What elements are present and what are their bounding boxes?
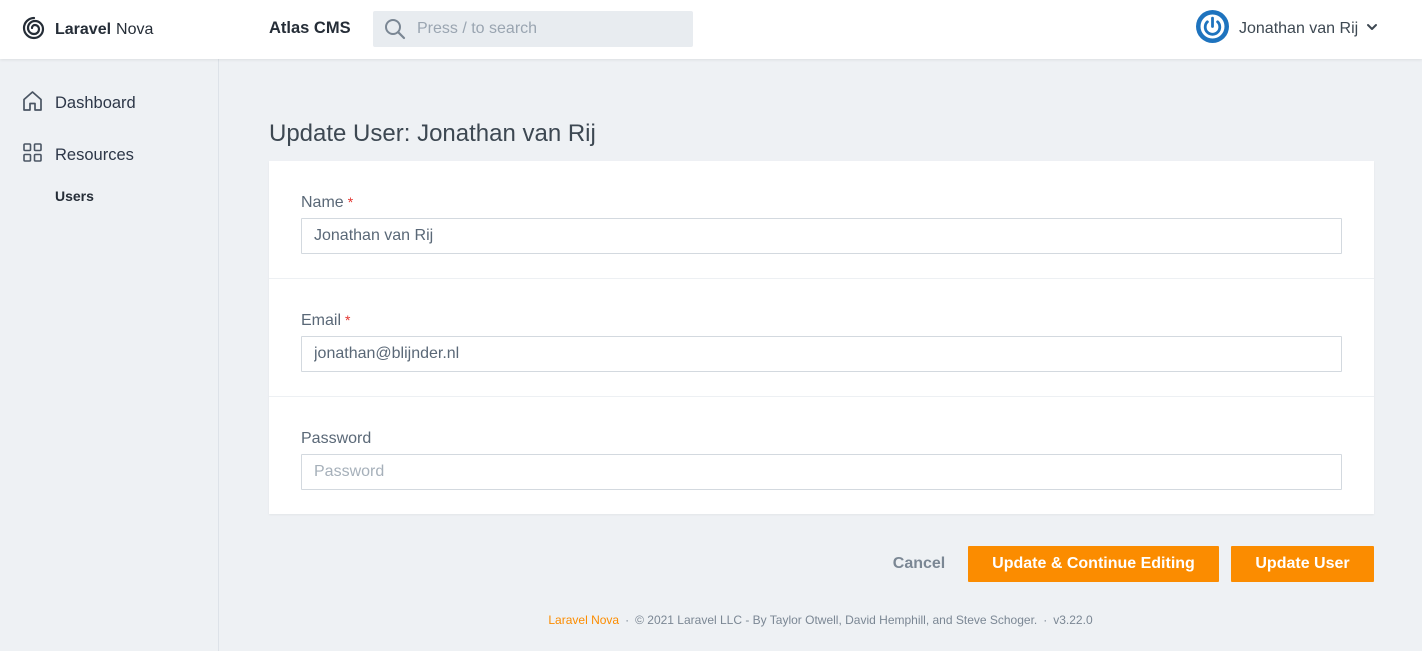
sidebar-item-dashboard[interactable]: Dashboard bbox=[22, 90, 136, 117]
nova-swirl-icon bbox=[22, 16, 46, 45]
search-icon bbox=[384, 18, 406, 45]
footer-link[interactable]: Laravel Nova bbox=[548, 613, 619, 627]
sidebar-item-label: Resources bbox=[55, 145, 134, 164]
user-menu[interactable]: Jonathan van Rij bbox=[1196, 10, 1378, 48]
name-field[interactable] bbox=[301, 218, 1342, 254]
user-name: Jonathan van Rij bbox=[1239, 20, 1359, 37]
email-label: Email * bbox=[301, 312, 351, 329]
search-input[interactable] bbox=[417, 11, 687, 47]
home-icon bbox=[22, 90, 43, 117]
avatar bbox=[1196, 10, 1229, 48]
footer: Laravel Nova · © 2021 Laravel LLC - By Tay… bbox=[219, 613, 1422, 627]
footer-copyright: © 2021 Laravel LLC - By Taylor Otwell, D… bbox=[635, 613, 1038, 627]
name-field-row: Name * bbox=[269, 161, 1374, 279]
password-field[interactable] bbox=[301, 454, 1342, 490]
sidebar-item-label: Dashboard bbox=[55, 94, 136, 112]
footer-separator: · bbox=[1043, 613, 1048, 627]
sidebar-item-users[interactable]: Users bbox=[55, 188, 94, 204]
app-name[interactable]: Atlas CMS bbox=[269, 19, 351, 38]
footer-separator: · bbox=[625, 613, 630, 627]
page-title: Update User: Jonathan van Rij bbox=[269, 120, 596, 147]
footer-version: v3.22.0 bbox=[1053, 613, 1093, 627]
sidebar-item-resources[interactable]: Resources bbox=[22, 142, 134, 168]
chevron-down-icon bbox=[1366, 20, 1378, 38]
brand-name-bold: Laravel bbox=[55, 21, 112, 38]
brand-name-light: Nova bbox=[116, 21, 154, 38]
global-search[interactable] bbox=[373, 11, 693, 47]
required-marker: * bbox=[345, 312, 351, 328]
password-label: Password bbox=[301, 430, 372, 447]
update-user-button[interactable]: Update User bbox=[1231, 546, 1374, 582]
grid-icon bbox=[22, 142, 43, 168]
email-field-row: Email * bbox=[269, 279, 1374, 397]
cancel-button[interactable]: Cancel bbox=[880, 546, 958, 582]
brand-logo[interactable]: Laravel Nova bbox=[22, 16, 153, 44]
password-field-row: Password bbox=[269, 397, 1374, 515]
required-marker: * bbox=[347, 194, 354, 210]
sidebar: Dashboard Resources Users bbox=[0, 59, 219, 651]
email-field[interactable] bbox=[301, 336, 1342, 372]
name-label: Name * bbox=[301, 194, 354, 211]
update-continue-button[interactable]: Update & Continue Editing bbox=[968, 546, 1219, 582]
edit-form-card: Name* Email* Password bbox=[269, 161, 1374, 514]
top-navbar: Laravel Nova Atlas CMS Jonathan van Rij bbox=[0, 0, 1422, 59]
